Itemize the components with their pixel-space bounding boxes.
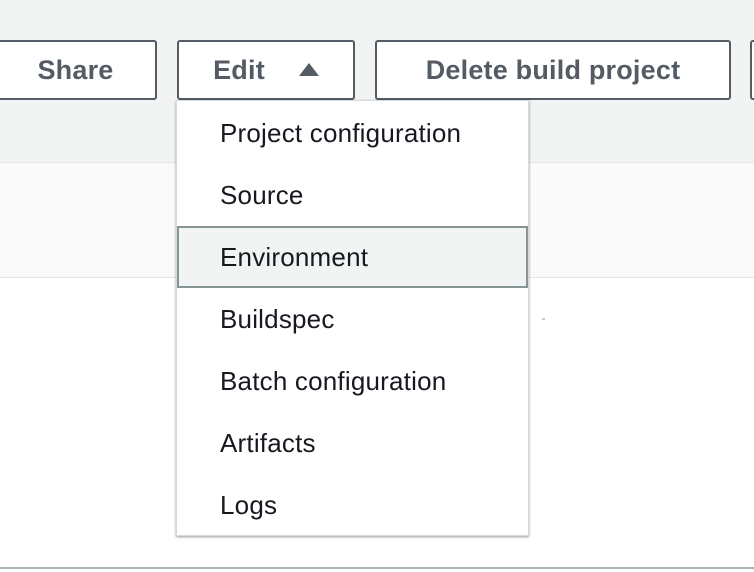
menu-item-environment[interactable]: Environment bbox=[177, 226, 528, 288]
menu-item-buildspec[interactable]: Buildspec bbox=[177, 288, 528, 350]
share-button[interactable]: Share bbox=[0, 40, 157, 100]
delete-button-label: Delete build project bbox=[425, 54, 681, 85]
caret-up-icon bbox=[298, 62, 319, 76]
menu-item-batch-configuration[interactable]: Batch configuration bbox=[177, 350, 528, 412]
menu-item-logs[interactable]: Logs bbox=[177, 474, 528, 536]
more-actions-button[interactable] bbox=[750, 40, 754, 100]
edit-button[interactable]: Edit bbox=[177, 40, 355, 100]
divider bbox=[0, 567, 754, 569]
menu-item-artifacts[interactable]: Artifacts bbox=[177, 412, 528, 474]
menu-item-project-configuration[interactable]: Project configuration bbox=[177, 102, 528, 164]
edit-button-label: Edit bbox=[213, 54, 265, 85]
menu-item-label: Artifacts bbox=[220, 427, 316, 458]
background-text-fragment bbox=[542, 318, 545, 320]
menu-item-label: Buildspec bbox=[220, 303, 335, 334]
menu-item-label: Logs bbox=[220, 489, 278, 520]
menu-item-label: Batch configuration bbox=[220, 365, 447, 396]
edit-dropdown-menu: Project configuration Source Environment… bbox=[176, 100, 529, 536]
menu-item-source[interactable]: Source bbox=[177, 164, 528, 226]
menu-item-label: Project configuration bbox=[220, 117, 462, 148]
share-button-label: Share bbox=[37, 54, 114, 85]
menu-item-label: Source bbox=[220, 179, 304, 210]
menu-item-label: Environment bbox=[220, 241, 369, 272]
delete-build-project-button[interactable]: Delete build project bbox=[375, 40, 731, 100]
